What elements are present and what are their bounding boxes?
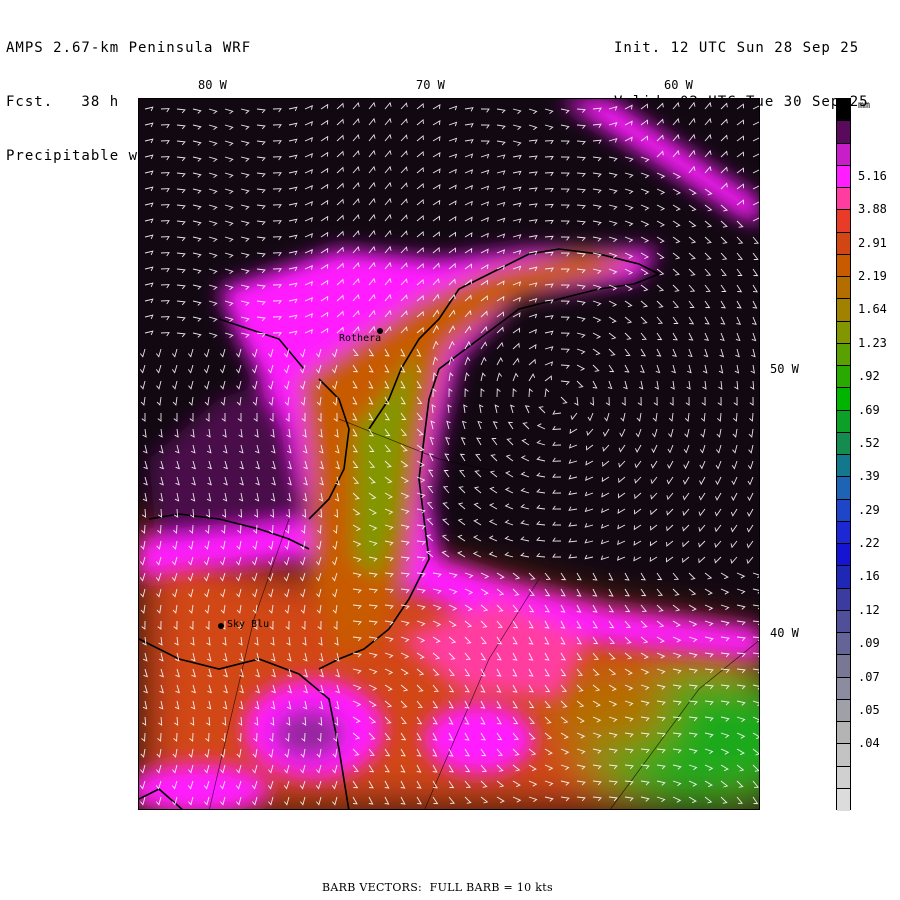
lat-label-50w: 50 W	[770, 362, 799, 376]
legend-swatch	[837, 188, 850, 211]
station-label-rothera: Rothera	[339, 333, 382, 344]
legend-swatch	[837, 788, 850, 811]
legend-swatch	[837, 99, 850, 122]
init-time: Init. 12 UTC Sun 28 Sep 25	[614, 40, 860, 56]
lon-label-80w: 80 W	[198, 78, 227, 92]
legend-swatch	[837, 410, 850, 433]
lat-label-40w: 40 W	[770, 626, 799, 640]
legend-color-bar	[836, 98, 851, 811]
legend-label: 1.64	[858, 302, 887, 317]
legend-label: .09	[858, 636, 880, 651]
legend-label: .04	[858, 736, 880, 751]
lon-label-60w: 60 W	[664, 78, 693, 92]
legend-swatch	[837, 633, 850, 656]
legend-label: .69	[858, 402, 880, 417]
legend-swatch	[837, 677, 850, 700]
legend-label: 1.23	[858, 335, 887, 350]
legend-label: .05	[858, 702, 880, 717]
legend-label: 2.19	[858, 269, 887, 283]
legend-swatch	[837, 143, 850, 166]
precipitable-water-field	[139, 99, 759, 809]
station-marker-sky-blu	[218, 623, 224, 629]
legend-swatch	[837, 722, 850, 745]
legend-swatch	[837, 388, 850, 411]
legend-swatch	[837, 366, 850, 389]
legend-label: .39	[858, 469, 880, 484]
legend-label: .29	[858, 502, 880, 517]
legend-label: .22	[858, 536, 880, 550]
legend-label: .12	[858, 602, 880, 617]
legend-swatch	[837, 766, 850, 789]
legend-label: .92	[858, 369, 880, 384]
legend-swatch	[837, 254, 850, 277]
legend-label: 3.88	[858, 202, 887, 217]
legend-label: .07	[858, 669, 880, 684]
legend-swatch	[837, 588, 850, 611]
legend-swatch	[837, 521, 850, 544]
barb-note: BARB VECTORS: FULL BARB = 10 kts	[322, 881, 553, 894]
legend-swatch	[837, 299, 850, 322]
legend-swatch	[837, 610, 850, 633]
legend-swatch	[837, 210, 850, 233]
legend-swatch	[837, 121, 850, 144]
legend-swatch	[837, 744, 850, 767]
model-title: AMPS 2.67-km Peninsula WRF	[6, 40, 252, 56]
legend-swatch	[837, 432, 850, 455]
legend-unit: mm	[858, 100, 871, 111]
legend-swatch	[837, 699, 850, 722]
legend-swatch	[837, 499, 850, 522]
legend-swatch	[837, 321, 850, 344]
legend-swatch	[837, 165, 850, 188]
legend-label: .52	[858, 435, 880, 450]
lon-label-70w: 70 W	[416, 78, 445, 92]
map-panel: Rothera Sky Blu	[138, 98, 760, 810]
legend-swatch	[837, 343, 850, 366]
legend-label: .16	[858, 569, 880, 584]
legend-label: 2.91	[858, 235, 887, 250]
legend-swatch	[837, 655, 850, 678]
legend-swatch	[837, 232, 850, 255]
legend-swatch	[837, 544, 850, 567]
legend-label: 5.16	[858, 168, 887, 183]
legend-swatch	[837, 455, 850, 478]
station-label-sky-blu: Sky Blu	[227, 619, 270, 630]
legend-swatch	[837, 277, 850, 300]
legend-swatch	[837, 477, 850, 500]
legend-swatch	[837, 566, 850, 589]
